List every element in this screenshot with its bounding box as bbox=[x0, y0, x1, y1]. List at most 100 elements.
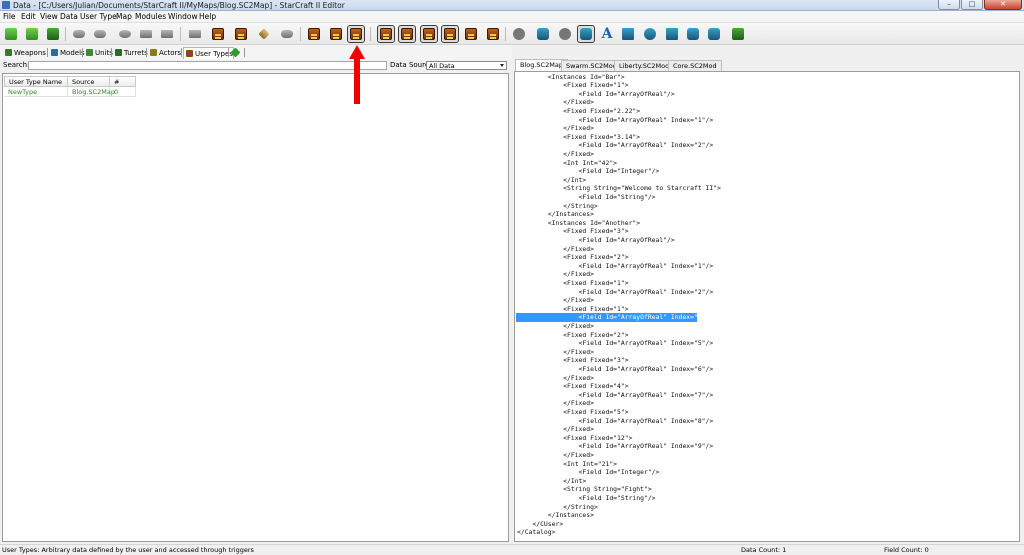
tab-liberty-sc2mod[interactable]: Liberty.SC2Mod bbox=[614, 60, 675, 71]
tab-swarm-sc2mod[interactable]: Swarm.SC2Mod bbox=[561, 60, 622, 71]
save-icon[interactable] bbox=[45, 26, 61, 42]
xml-line: </Fixed> bbox=[517, 270, 594, 279]
menu-edit[interactable]: Edit bbox=[21, 11, 36, 23]
menu-file[interactable]: File bbox=[3, 11, 16, 23]
xml-line: </String> bbox=[517, 502, 598, 511]
toolbar-separator bbox=[505, 27, 506, 41]
tab-actors[interactable]: Actors bbox=[148, 47, 181, 59]
xml-line: <Field Id="ArrayOfReal" Index="9"/> bbox=[517, 442, 714, 451]
view-icon[interactable] bbox=[441, 25, 459, 43]
terrain-icon[interactable] bbox=[535, 26, 551, 42]
view-icon[interactable] bbox=[485, 26, 501, 42]
film-icon[interactable] bbox=[685, 26, 701, 42]
column-header-source[interactable]: Source bbox=[68, 76, 110, 87]
window-controls: – □ ✕ bbox=[938, 0, 1022, 10]
xml-line: </Fixed> bbox=[517, 98, 594, 107]
column-header-count[interactable]: # bbox=[110, 76, 136, 87]
ai-icon[interactable] bbox=[577, 25, 595, 43]
view-icon[interactable] bbox=[420, 25, 438, 43]
xml-line: </Instances> bbox=[517, 210, 594, 219]
xml-line: </Instances> bbox=[517, 511, 594, 520]
tab-separator bbox=[146, 48, 147, 57]
wrench-icon[interactable] bbox=[187, 26, 203, 42]
search-label: Search: bbox=[3, 61, 30, 69]
test-icon[interactable] bbox=[511, 26, 527, 42]
menu-help[interactable]: Help bbox=[199, 11, 216, 23]
actor-icon bbox=[150, 49, 157, 56]
xml-line: <Field Id="ArrayOfReal" Index="8"/> bbox=[517, 416, 714, 425]
preview-icon[interactable] bbox=[706, 26, 722, 42]
arrow-head bbox=[349, 45, 365, 59]
xml-line: </Fixed> bbox=[517, 321, 594, 330]
view-icon[interactable] bbox=[306, 26, 322, 42]
import-icon[interactable] bbox=[620, 26, 636, 42]
palette-icon[interactable] bbox=[642, 26, 658, 42]
tab-turrets[interactable]: Turrets bbox=[113, 47, 148, 59]
xml-line: <Fixed Fixed="2"> bbox=[517, 330, 629, 339]
view-icon[interactable] bbox=[398, 25, 416, 43]
tab-separator bbox=[181, 48, 182, 57]
toolbar-separator bbox=[180, 27, 181, 41]
tab-core-sc2mod[interactable]: Core.SC2Mod bbox=[668, 60, 722, 71]
data-source-select[interactable]: All Data bbox=[426, 61, 507, 70]
tab-separator bbox=[244, 48, 245, 57]
table-row[interactable]: NewType Blog.SC2Map 0 bbox=[4, 87, 136, 97]
maximize-button[interactable]: □ bbox=[961, 0, 983, 10]
menu-modules[interactable]: Modules bbox=[135, 11, 166, 23]
main-toolbar: A bbox=[0, 23, 1024, 45]
tab-blog-sc2map[interactable]: Blog.SC2Map bbox=[515, 59, 568, 71]
search-input[interactable] bbox=[28, 61, 387, 70]
undo-icon[interactable] bbox=[71, 26, 87, 42]
tab-separator bbox=[47, 48, 48, 57]
pointer-icon[interactable] bbox=[279, 26, 295, 42]
menu-user-type[interactable]: User Type bbox=[80, 11, 117, 23]
unit-icon bbox=[86, 49, 93, 56]
menu-data[interactable]: Data bbox=[60, 11, 78, 23]
xml-line: </Fixed> bbox=[517, 244, 594, 253]
view-icon[interactable] bbox=[463, 26, 479, 42]
xml-line: <Field Id="ArrayOfReal" Index="6"/> bbox=[517, 364, 714, 373]
xml-line: <Fixed Fixed="3"> bbox=[517, 356, 629, 365]
tab-units[interactable]: Units bbox=[84, 47, 113, 59]
minimize-button[interactable]: – bbox=[938, 0, 960, 10]
text-icon[interactable]: A bbox=[599, 26, 615, 42]
menu-map[interactable]: Map bbox=[116, 11, 132, 23]
cut-icon[interactable] bbox=[117, 26, 133, 42]
dragon-icon[interactable] bbox=[730, 26, 746, 42]
copy-icon[interactable] bbox=[138, 26, 154, 42]
view-icon[interactable] bbox=[328, 26, 344, 42]
close-button[interactable]: ✕ bbox=[984, 0, 1022, 10]
xml-line: <Field Id="ArrayOfReal" Index="7"/> bbox=[517, 390, 714, 399]
user-types-icon[interactable] bbox=[347, 25, 365, 43]
xml-line: </CUser> bbox=[517, 519, 564, 528]
view-icon[interactable] bbox=[377, 25, 395, 43]
xml-line: </Fixed> bbox=[517, 450, 594, 459]
model-icon bbox=[51, 49, 58, 56]
redo-icon[interactable] bbox=[92, 26, 108, 42]
app-icon bbox=[2, 1, 10, 9]
text-editor-icon[interactable] bbox=[233, 26, 249, 42]
tab-user-types[interactable]: User Types bbox=[183, 47, 234, 59]
menu-window[interactable]: Window bbox=[168, 11, 198, 23]
tab-separator bbox=[111, 48, 112, 57]
xml-view[interactable]: <Instances Id="Bar"> <Fixed Fixed="1"> <… bbox=[514, 71, 1020, 542]
arrow-shaft bbox=[354, 58, 360, 104]
paste-icon[interactable] bbox=[159, 26, 175, 42]
triggers-icon[interactable] bbox=[256, 26, 272, 42]
tab-weapons-label: Weapons bbox=[14, 49, 46, 57]
open-icon[interactable] bbox=[24, 26, 40, 42]
xml-line: <Field Id="ArrayOfReal" Index="1"/> bbox=[517, 261, 714, 270]
xml-line: </Fixed> bbox=[517, 399, 594, 408]
cutscene-icon[interactable] bbox=[664, 26, 680, 42]
xml-line: <Field Id="ArrayOfReal" Index="2"/> bbox=[517, 287, 714, 296]
data-editor-icon[interactable] bbox=[210, 26, 226, 42]
tab-weapons[interactable]: Weapons bbox=[3, 47, 46, 59]
cell-count: 0 bbox=[110, 87, 136, 97]
menu-view[interactable]: View bbox=[40, 11, 58, 23]
add-tab-button[interactable] bbox=[230, 47, 241, 59]
new-icon[interactable] bbox=[3, 26, 19, 42]
units-icon[interactable] bbox=[557, 26, 573, 42]
tab-models[interactable]: Models bbox=[49, 47, 85, 59]
column-header-name[interactable]: User Type Name bbox=[4, 76, 68, 87]
xml-line: </Fixed> bbox=[517, 149, 594, 158]
